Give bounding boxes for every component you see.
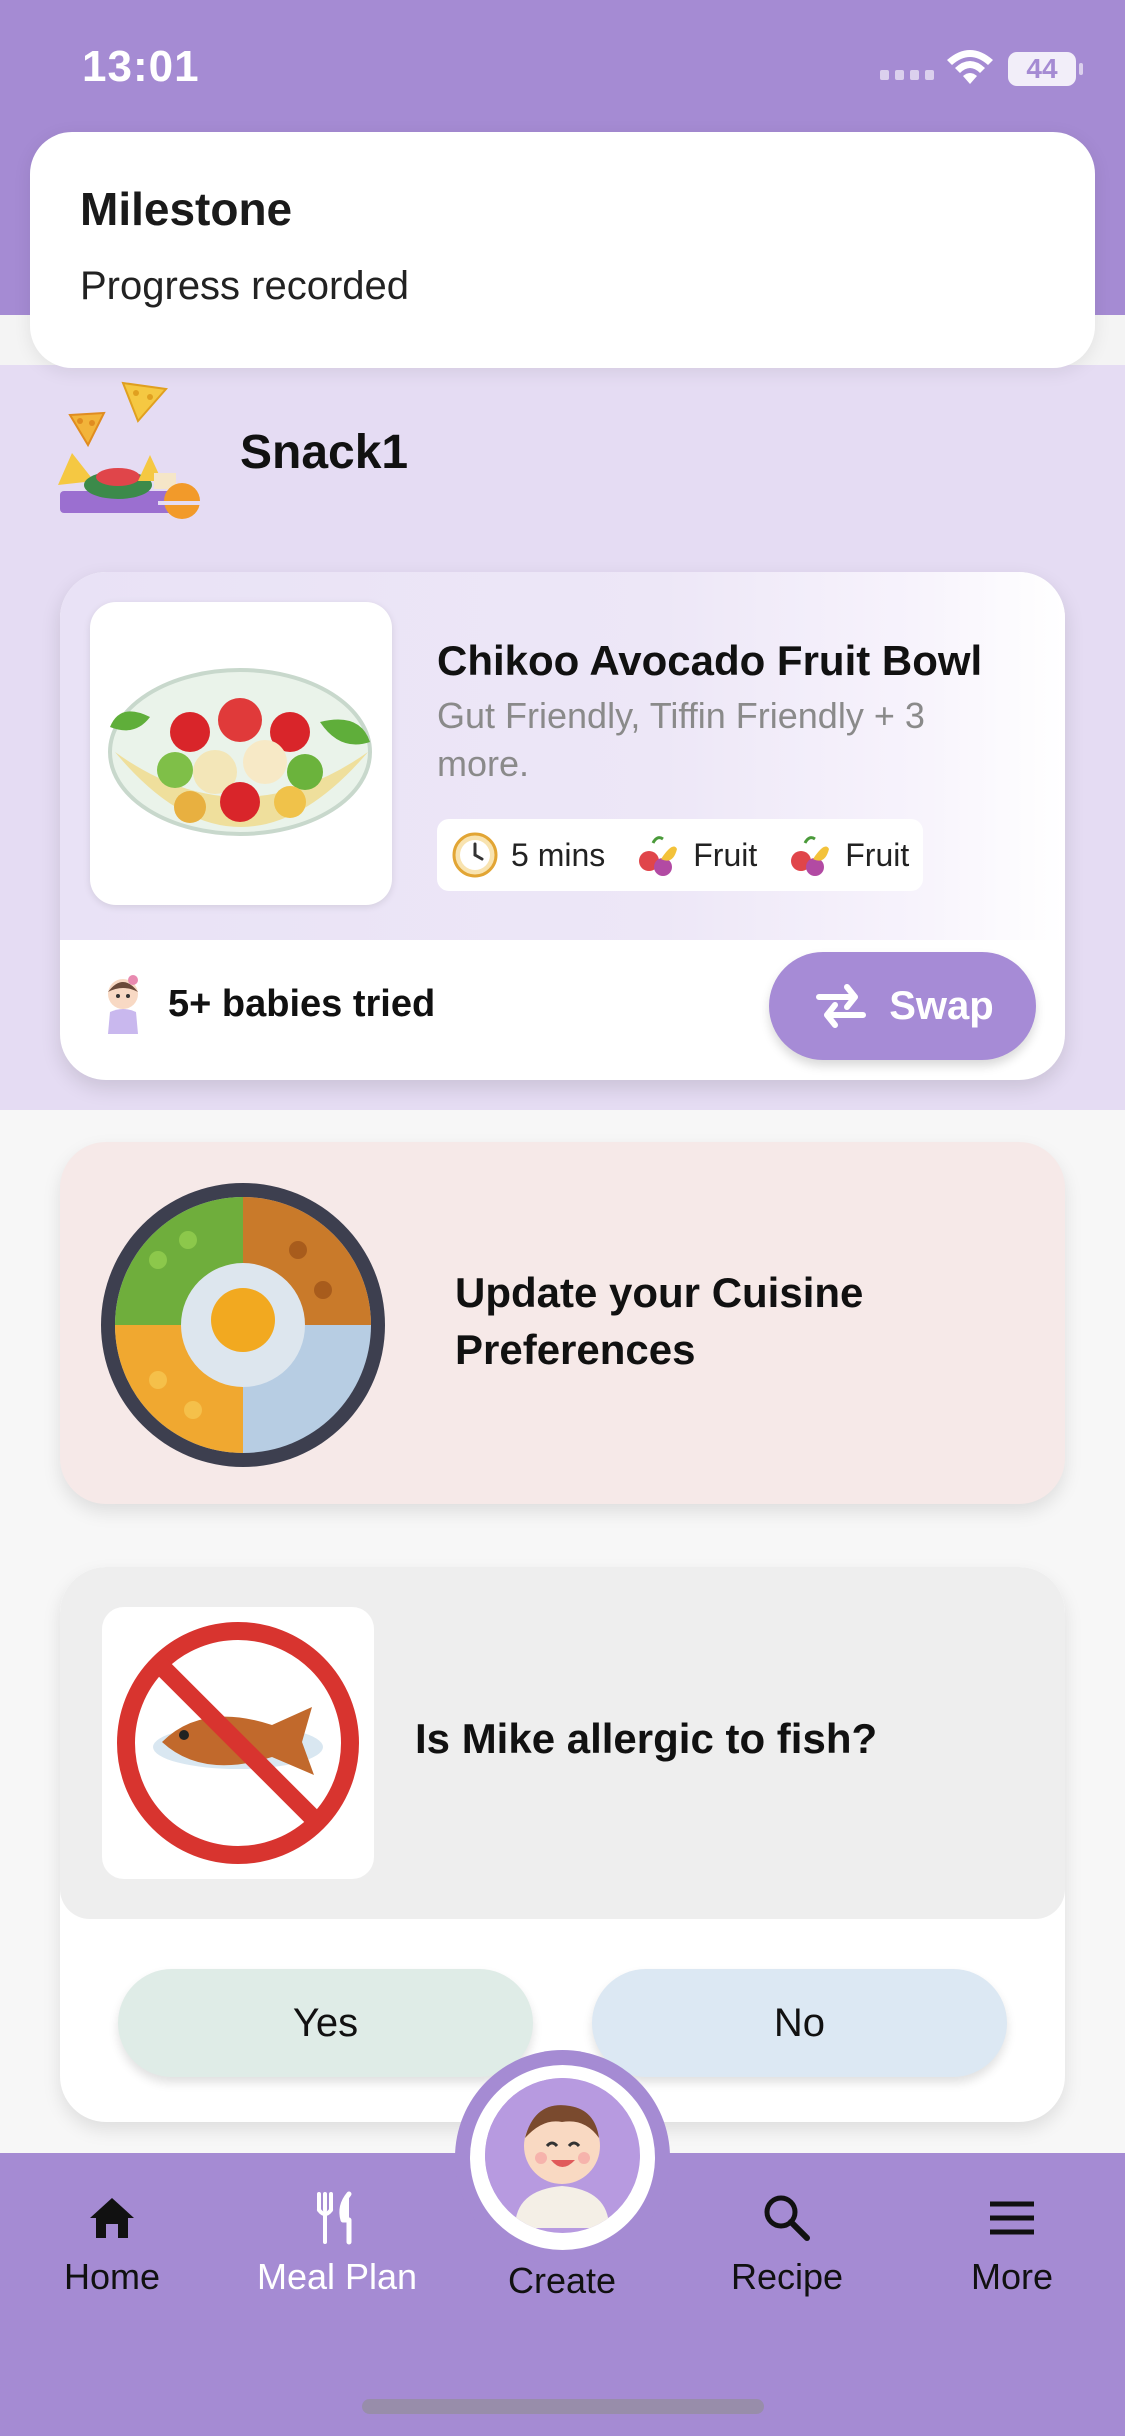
clock-icon — [452, 832, 498, 878]
cuisine-preferences-card[interactable]: Update your Cuisine Preferences — [60, 1142, 1065, 1504]
create-button[interactable] — [485, 2078, 640, 2233]
baby-avatar-icon — [485, 2078, 639, 2232]
cuisine-preferences-text: Update your Cuisine Preferences — [455, 1269, 864, 1373]
prep-time: 5 mins — [451, 831, 605, 879]
battery-icon: 44 — [1008, 52, 1083, 86]
cellular-signal-icon — [880, 70, 934, 80]
menu-icon — [990, 2201, 1034, 2235]
fruit-icon — [791, 836, 830, 876]
no-fish-icon — [117, 1622, 359, 1864]
nav-create-label: Create — [507, 2260, 617, 2301]
nav-create[interactable]: Create — [472, 2260, 652, 2302]
fork-knife-icon — [317, 2191, 352, 2245]
yes-button[interactable]: Yes — [118, 1969, 533, 2077]
wifi-icon — [947, 50, 993, 84]
recipe-meta-row: 5 mins Fruit Fruit — [437, 819, 924, 891]
search-icon — [764, 2195, 810, 2241]
recipe-tags: Gut Friendly, Tiffin Friendly + 3 more. — [437, 695, 925, 784]
nav-meal-plan-label: Meal Plan — [256, 2256, 418, 2297]
prep-time-label: 5 mins — [511, 836, 606, 873]
babies-tried-label: 5+ babies tried — [168, 982, 436, 1025]
fruit-icon — [639, 836, 678, 876]
category-fruit-2-label: Fruit — [845, 836, 910, 873]
recipe-image — [90, 602, 392, 905]
snack-title: Snack1 — [240, 426, 409, 479]
snack-icon — [58, 381, 210, 519]
nav-more-label: More — [970, 2256, 1054, 2297]
nav-recipe[interactable]: Recipe — [697, 2190, 877, 2298]
fruit-bowl-icon — [108, 668, 372, 836]
nav-recipe-label: Recipe — [730, 2256, 844, 2297]
notification-body: Progress recorded — [80, 264, 410, 308]
baby-icon — [108, 975, 138, 1034]
notification-title: Milestone — [80, 183, 293, 235]
swap-icon — [816, 984, 867, 1028]
status-bar: 13:01 44 — [0, 0, 1125, 130]
recipe-name: Chikoo Avocado Fruit Bowl — [437, 637, 983, 684]
babies-tried: 5+ babies tried — [98, 972, 435, 1036]
category-fruit-1: Fruit — [633, 831, 757, 879]
swap-button[interactable]: Swap — [769, 952, 1036, 1060]
no-button[interactable]: No — [592, 1969, 1007, 2077]
snack-section: Snack1 Chikoo Avocado Fruit Bowl Gut Fri… — [0, 365, 1125, 1110]
nav-meal-plan[interactable]: Meal Plan — [247, 2190, 427, 2298]
allergy-question-card: Is Mike allergic to fish? Yes No — [60, 1567, 1065, 2122]
food-bowl-icon — [101, 1183, 385, 1467]
allergy-question: Is Mike allergic to fish? — [415, 1715, 878, 1762]
allergy-image — [102, 1607, 374, 1879]
home-indicator[interactable] — [362, 2399, 764, 2414]
nav-home[interactable]: Home — [22, 2190, 202, 2298]
status-time: 13:01 — [82, 42, 200, 91]
home-icon — [90, 2198, 134, 2238]
category-fruit-2: Fruit — [785, 831, 909, 879]
category-fruit-1-label: Fruit — [693, 836, 758, 873]
milestone-notification[interactable]: Milestone Progress recorded — [30, 132, 1095, 368]
nav-home-label: Home — [63, 2256, 161, 2297]
swap-label: Swap — [889, 983, 994, 1028]
recipe-card[interactable]: Chikoo Avocado Fruit Bowl Gut Friendly, … — [60, 572, 1065, 1080]
nav-more[interactable]: More — [922, 2190, 1102, 2298]
